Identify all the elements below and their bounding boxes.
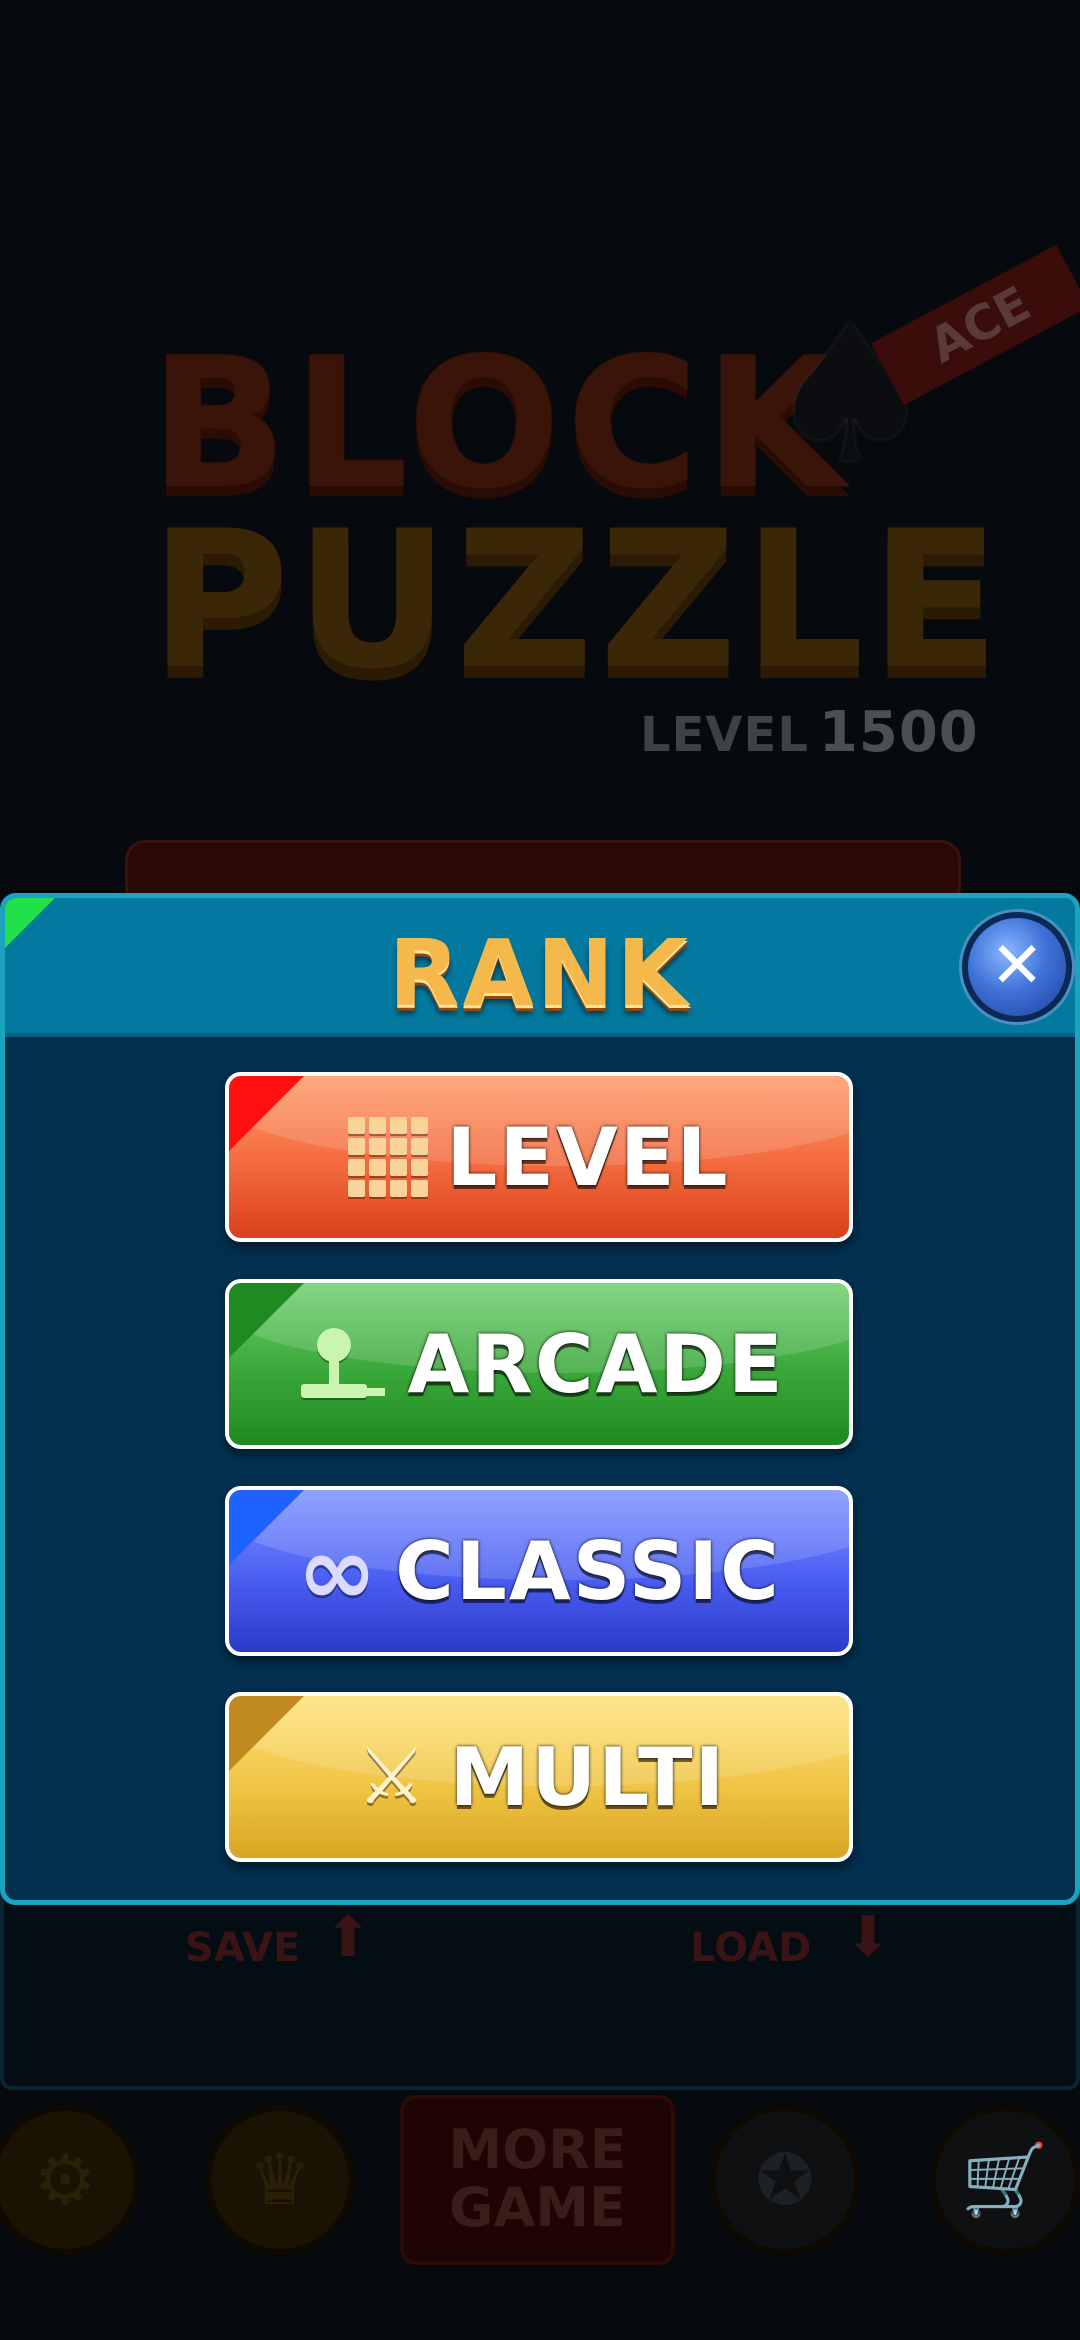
joystick-icon — [293, 1324, 389, 1404]
level-label: LEVEL — [640, 707, 809, 763]
button-content: LEVEL — [229, 1076, 849, 1238]
more-game-label-line2: GAME — [449, 2176, 626, 2239]
classic-button[interactable]: ∞ CLASSIC — [225, 1486, 853, 1656]
multi-button[interactable]: ⚔ MULTI — [225, 1692, 853, 1862]
rank-modal-title: RANK — [388, 920, 692, 1027]
settings-gear-icon: ⚙ — [0, 2105, 140, 2255]
arcade-button-label: ARCADE — [407, 1317, 785, 1411]
save-label: SAVE — [185, 1925, 301, 1971]
crown-icon: ♛ — [205, 2105, 355, 2255]
arrow-down-icon: ⬇ — [844, 1905, 892, 1970]
more-game-label-line1: MORE — [448, 2118, 627, 2181]
level-button[interactable]: LEVEL — [225, 1072, 853, 1242]
button-content: ∞ CLASSIC — [229, 1490, 849, 1652]
button-content: ⚔ MULTI — [229, 1696, 849, 1858]
multi-button-label: MULTI — [449, 1730, 727, 1824]
load-label: LOAD — [690, 1925, 812, 1971]
button-content: ARCADE — [229, 1283, 849, 1445]
level-button-label: LEVEL — [446, 1110, 730, 1204]
arrow-up-icon: ⬆ — [324, 1905, 372, 1970]
rank-modal-header: RANK ✕ — [5, 898, 1075, 1037]
grid-icon — [348, 1117, 429, 1197]
crossed-swords-icon: ⚔ — [356, 1732, 427, 1822]
title-puzzle-text: PUZZLE — [150, 490, 1006, 711]
background-panel — [0, 1890, 1080, 2090]
more-game-button: MORE GAME — [400, 2095, 675, 2265]
classic-button-label: CLASSIC — [395, 1524, 781, 1618]
arcade-button[interactable]: ARCADE — [225, 1279, 853, 1449]
shopping-cart-icon: 🛒 — [930, 2105, 1080, 2255]
level-value: 1500 — [818, 700, 979, 765]
award-ribbon-icon: ✪ — [710, 2105, 860, 2255]
level-display: LEVEL 1500 — [640, 700, 979, 765]
infinity-icon: ∞ — [297, 1515, 378, 1627]
close-button[interactable]: ✕ — [962, 912, 1072, 1022]
close-icon: ✕ — [990, 929, 1044, 1003]
